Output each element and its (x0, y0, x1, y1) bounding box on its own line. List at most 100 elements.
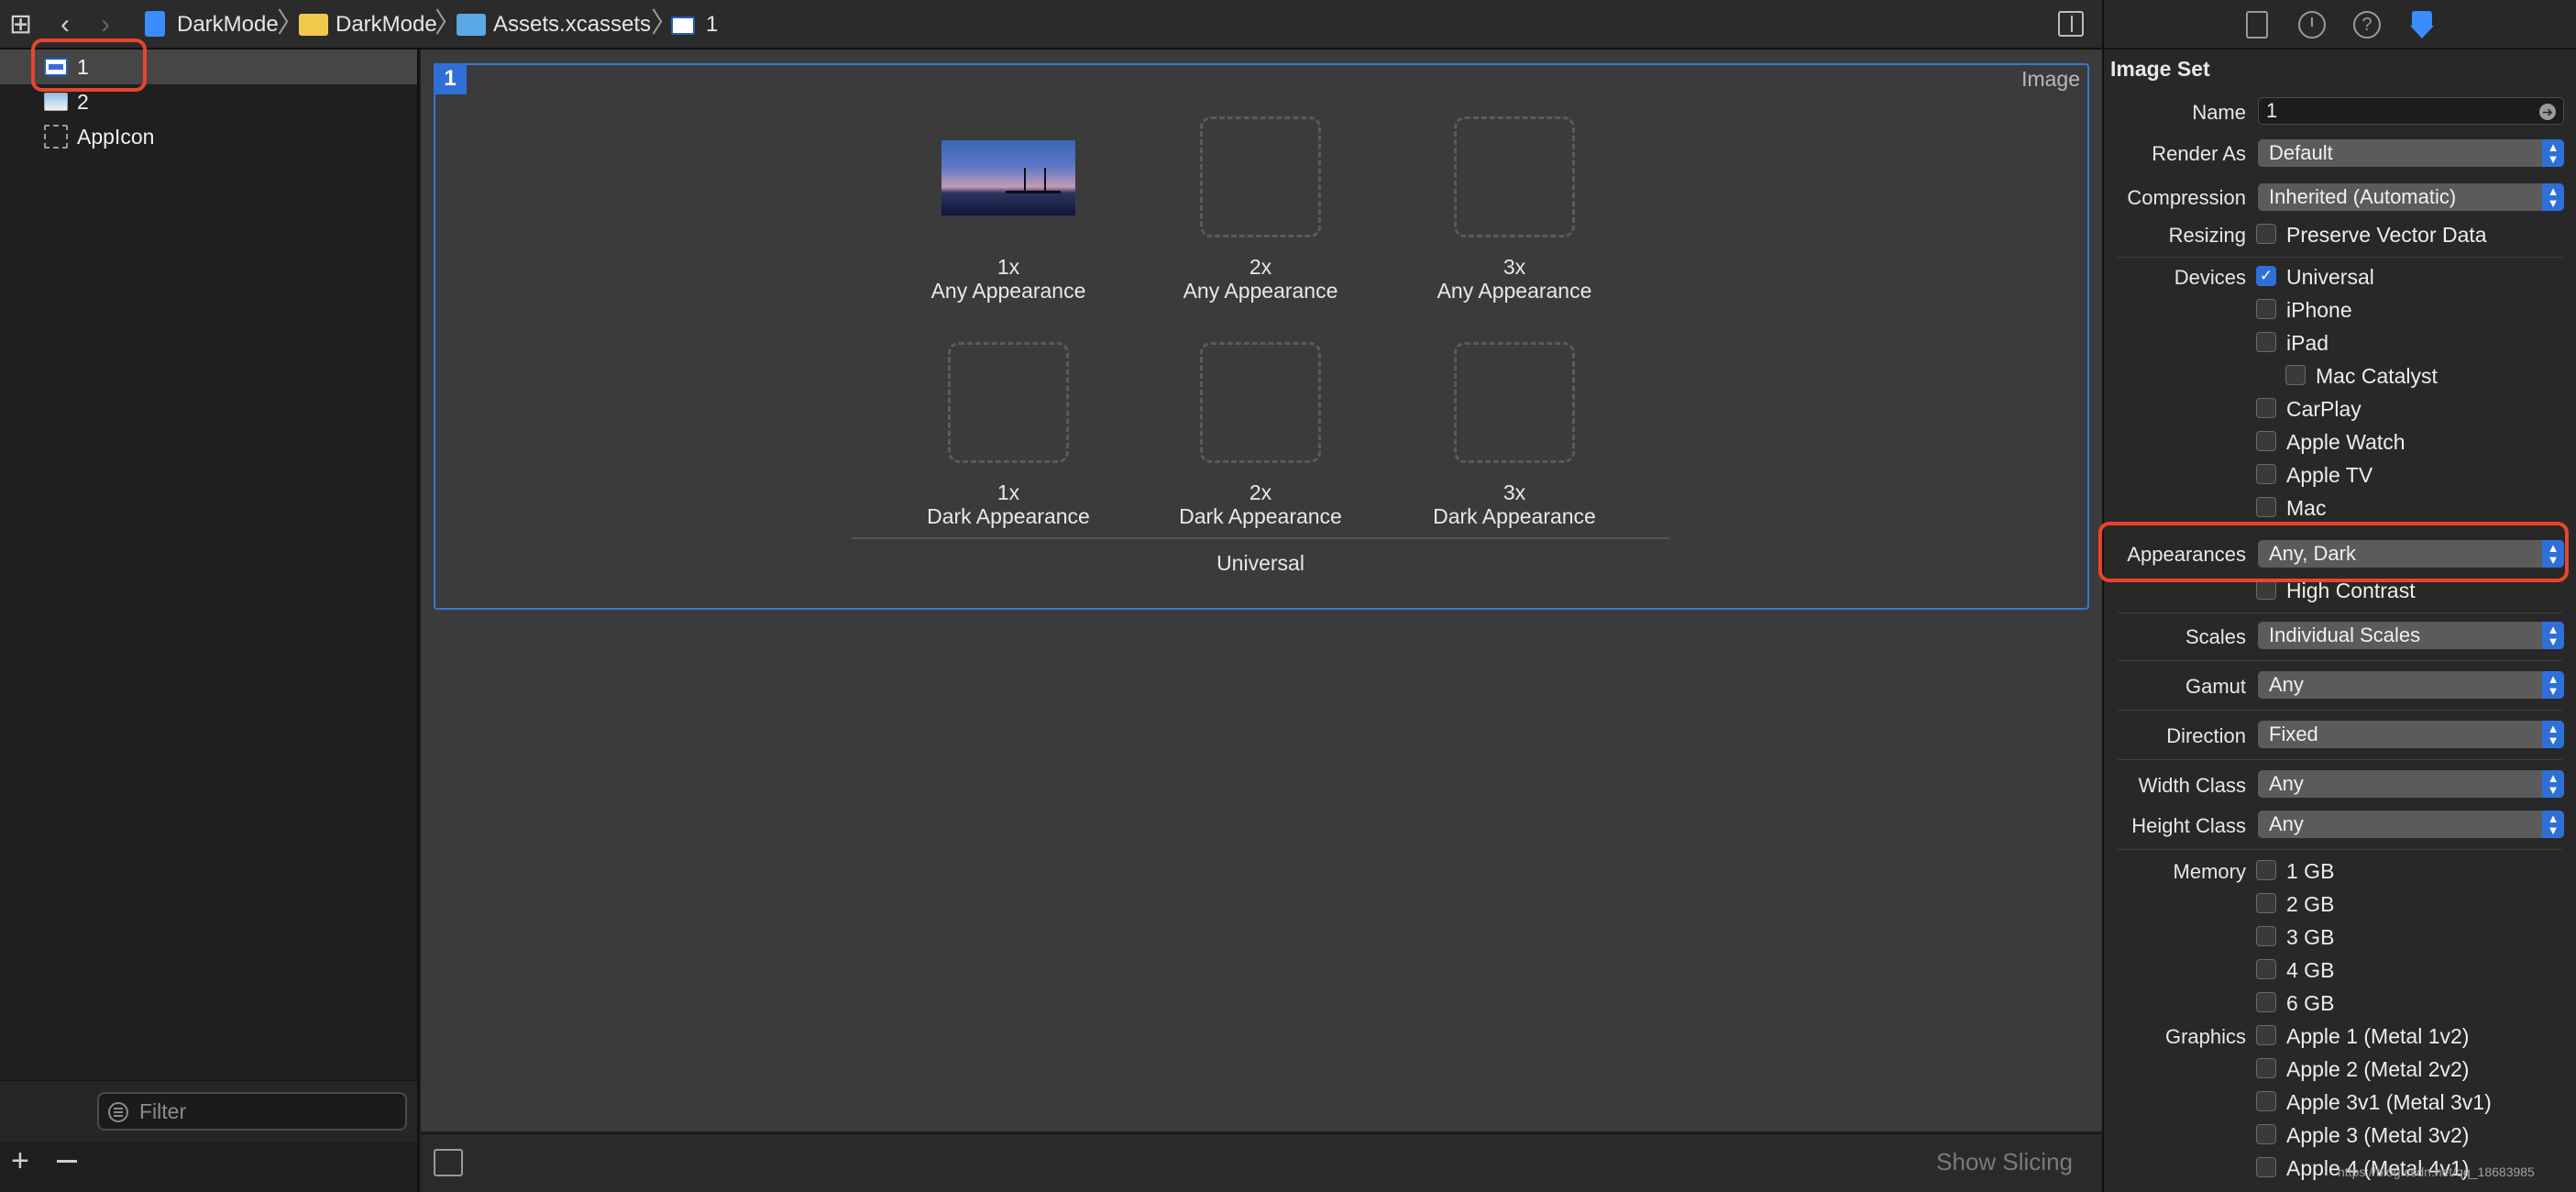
device-label: Apple Watch (2286, 430, 2405, 454)
device-label: iPhone (2286, 298, 2352, 322)
image-thumbnail-detail (1024, 168, 1026, 192)
image-slot-1x-dark[interactable] (948, 342, 1069, 463)
editor-footer: Show Slicing (421, 1133, 2102, 1192)
height-class-label: Height Class (2131, 814, 2246, 837)
device-label: CarPlay (2286, 397, 2361, 421)
image-thumbnail-detail (1044, 168, 1046, 192)
width-class-select[interactable]: Any ▲ ▼ (2258, 770, 2564, 798)
device-iphone-checkbox[interactable] (2256, 299, 2276, 319)
graphics-option-label: Apple 3v1 (Metal 3v1) (2286, 1090, 2492, 1114)
render-as-select[interactable]: Default ▲ ▼ (2258, 139, 2564, 167)
slot-label-1x-any: 1x Any Appearance (898, 255, 1118, 303)
devices-label: Devices (2174, 266, 2246, 289)
graphics-checkbox[interactable] (2256, 1025, 2276, 1045)
breadcrumb-asset-catalog[interactable]: Assets.xcassets (493, 0, 651, 50)
slot-appearance: Any Appearance (1437, 279, 1592, 303)
preserve-vector-checkbox[interactable] (2256, 224, 2276, 244)
memory-checkbox[interactable] (2256, 992, 2276, 1012)
navigator-item-label: AppIcon (77, 125, 155, 149)
section-divider (2118, 660, 2562, 661)
device-apple-tv-checkbox[interactable] (2256, 464, 2276, 484)
direction-select[interactable]: Fixed ▲ ▼ (2258, 721, 2564, 748)
memory-option-label: 3 GB (2286, 925, 2335, 949)
forward-arrow-icon[interactable]: › (101, 11, 110, 39)
graphics-checkbox[interactable] (2256, 1091, 2276, 1111)
section-divider (2118, 257, 2562, 258)
help-inspector-icon[interactable]: ? (2353, 11, 2381, 39)
compression-select[interactable]: Inherited (Automatic) ▲ ▼ (2258, 183, 2564, 211)
image-set-type-label: Image (2021, 67, 2080, 91)
device-mac-checkbox[interactable] (2256, 497, 2276, 517)
select-stepper-icon: ▲ ▼ (2542, 671, 2564, 699)
device-universal-checkbox[interactable]: ✓ (2256, 266, 2276, 286)
height-class-select[interactable]: Any ▲ ▼ (2258, 811, 2564, 838)
show-slicing-button[interactable]: Show Slicing (1936, 1134, 2073, 1189)
breadcrumb-folder[interactable]: DarkMode (336, 0, 437, 50)
image-slot-1x-any[interactable] (941, 140, 1075, 215)
image-slot-2x-any[interactable] (1200, 116, 1321, 237)
device-ipad-checkbox[interactable] (2256, 332, 2276, 352)
slot-appearance: Dark Appearance (927, 504, 1090, 528)
slot-label-1x-dark: 1x Dark Appearance (898, 480, 1118, 528)
slot-appearance: Dark Appearance (1433, 504, 1596, 528)
slot-scale: 2x (1249, 480, 1272, 504)
asset-catalog-icon (457, 14, 486, 36)
name-value: 1 (2266, 99, 2278, 122)
name-field[interactable]: 1 ➔ (2258, 97, 2564, 125)
file-inspector-icon[interactable] (2246, 11, 2268, 39)
image-set-badge: 1 (434, 63, 467, 94)
section-divider (2118, 849, 2562, 850)
name-label: Name (2192, 101, 2246, 124)
group-label-universal: Universal (1216, 551, 1305, 575)
remove-icon[interactable] (57, 1160, 77, 1163)
go-arrow-icon[interactable]: ➔ (2539, 104, 2556, 120)
gamut-select[interactable]: Any ▲ ▼ (2258, 671, 2564, 699)
render-as-value: Default (2269, 141, 2333, 164)
memory-checkbox[interactable] (2256, 959, 2276, 979)
back-arrow-icon[interactable]: ‹ (61, 11, 70, 39)
scales-label: Scales (2185, 625, 2246, 648)
slot-scale: 1x (996, 480, 1020, 504)
width-class-value: Any (2269, 772, 2304, 795)
add-editor-icon[interactable] (2058, 11, 2084, 37)
image-set-icon (671, 17, 695, 35)
breadcrumb-image-set[interactable]: 1 (706, 0, 718, 50)
slot-label-3x-dark: 3x Dark Appearance (1404, 480, 1624, 528)
breadcrumb-project[interactable]: DarkMode (177, 0, 279, 50)
slicing-icon[interactable] (434, 1149, 463, 1176)
graphics-checkbox[interactable] (2256, 1058, 2276, 1078)
add-icon[interactable]: + (11, 1145, 29, 1176)
section-divider (2118, 759, 2562, 760)
image-slot-3x-any[interactable] (1454, 116, 1575, 237)
image-slot-3x-dark[interactable] (1454, 342, 1575, 463)
device-mac-catalyst-checkbox[interactable] (2285, 365, 2306, 385)
navigator-item-appicon[interactable]: AppIcon (0, 119, 417, 154)
device-apple-watch-checkbox[interactable] (2256, 431, 2276, 451)
device-label: Mac Catalyst (2316, 364, 2438, 388)
attributes-inspector-icon[interactable] (2408, 11, 2436, 39)
resizing-label: Resizing (2168, 224, 2246, 247)
device-carplay-checkbox[interactable] (2256, 398, 2276, 418)
compression-value: Inherited (Automatic) (2269, 185, 2457, 208)
graphics-checkbox[interactable] (2256, 1124, 2276, 1144)
slot-appearance: Any Appearance (1183, 279, 1338, 303)
gamut-label: Gamut (2185, 675, 2246, 698)
highlight-appearances (2098, 522, 2569, 582)
graphics-checkbox[interactable] (2256, 1157, 2276, 1177)
history-inspector-icon[interactable] (2298, 11, 2326, 39)
asset-navigator (0, 50, 419, 1192)
graphics-option-label: Apple 3 (Metal 3v2) (2286, 1123, 2470, 1147)
slot-label-2x-any: 2x Any Appearance (1150, 255, 1371, 303)
render-as-label: Render As (2152, 142, 2246, 165)
filter-icon (108, 1102, 128, 1122)
memory-checkbox[interactable] (2256, 926, 2276, 946)
image-slot-2x-dark[interactable] (1200, 342, 1321, 463)
scales-select[interactable]: Individual Scales ▲ ▼ (2258, 622, 2564, 649)
filter-field[interactable]: Filter (97, 1092, 407, 1131)
memory-checkbox[interactable] (2256, 893, 2276, 913)
high-contrast-checkbox[interactable] (2256, 579, 2276, 600)
slot-scale: 1x (996, 255, 1020, 279)
select-stepper-icon: ▲ ▼ (2542, 770, 2564, 798)
memory-checkbox[interactable] (2256, 860, 2276, 880)
grid-icon[interactable]: ⊞ (9, 11, 32, 39)
